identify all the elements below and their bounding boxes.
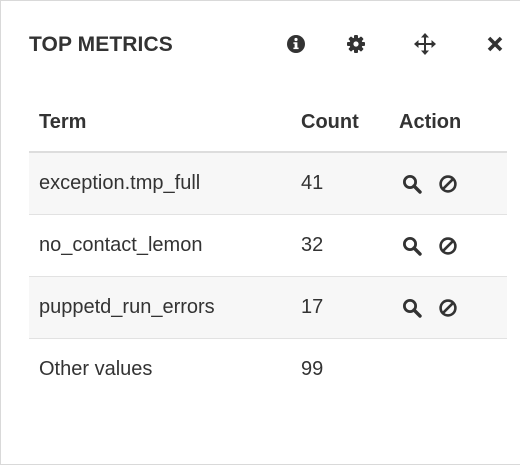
term-cell: no_contact_lemon: [29, 214, 291, 277]
move-icon[interactable]: [412, 31, 438, 57]
metrics-table: Term Count Action exception.tmp_full 41: [29, 93, 507, 400]
search-icon[interactable]: [401, 297, 423, 319]
panel-header: TOP METRICS: [1, 1, 520, 93]
table-row: no_contact_lemon 32: [29, 214, 507, 277]
ban-icon[interactable]: [437, 173, 459, 195]
ban-icon[interactable]: [437, 297, 459, 319]
top-metrics-panel: TOP METRICS Term Count Action exception.…: [0, 0, 520, 465]
term-cell: exception.tmp_full: [29, 151, 291, 215]
count-cell: 41: [291, 151, 389, 215]
column-header-term: Term: [29, 93, 291, 153]
search-icon[interactable]: [401, 235, 423, 257]
panel-title: TOP METRICS: [29, 33, 173, 56]
close-icon[interactable]: [482, 31, 508, 57]
ban-icon[interactable]: [437, 235, 459, 257]
gear-icon[interactable]: [343, 31, 369, 57]
action-cell: [389, 338, 507, 400]
term-cell: Other values: [29, 338, 291, 400]
column-header-action: Action: [389, 93, 507, 153]
action-cell: [389, 214, 507, 277]
term-cell: puppetd_run_errors: [29, 276, 291, 339]
table-row: exception.tmp_full 41: [29, 151, 507, 215]
table-row: puppetd_run_errors 17: [29, 276, 507, 339]
table-row: Other values 99: [29, 338, 507, 400]
action-cell: [389, 276, 507, 339]
info-icon[interactable]: [283, 31, 309, 57]
action-cell: [389, 151, 507, 215]
count-cell: 17: [291, 276, 389, 339]
count-cell: 99: [291, 338, 389, 400]
column-header-count: Count: [291, 93, 389, 153]
search-icon[interactable]: [401, 173, 423, 195]
count-cell: 32: [291, 214, 389, 277]
table-header-row: Term Count Action: [29, 93, 507, 153]
